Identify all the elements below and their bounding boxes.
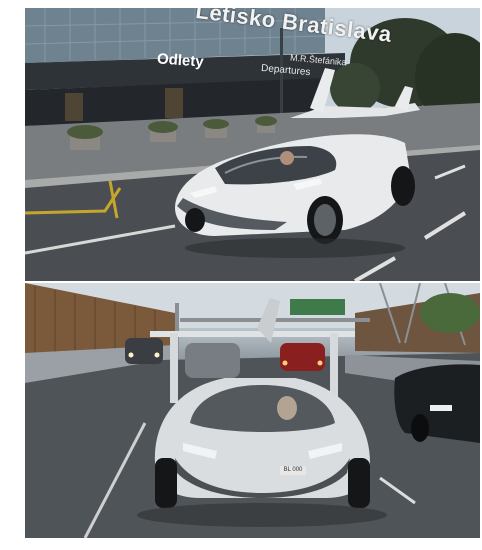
page: { "top_photo": { "sign_main": "Letisko B… [0,0,482,550]
bottom-photo: BL 000 [25,283,480,538]
license-plate: BL 000 [280,466,306,475]
top-photo: Letisko Bratislava Odlety Departures M.R… [25,8,480,281]
aircar-bottom [137,298,387,527]
airport-scene [25,8,480,281]
highway-scene [25,283,480,538]
departures-sign-sk: Odlety [156,50,205,71]
